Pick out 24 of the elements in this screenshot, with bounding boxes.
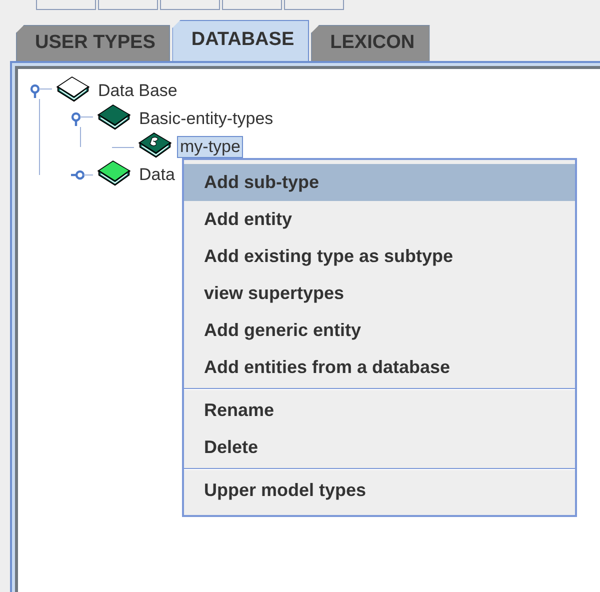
tab[interactable]: USER TYPES [16, 25, 170, 61]
collapse-handle[interactable] [30, 84, 52, 98]
menu-item[interactable]: Delete [184, 429, 575, 466]
tree-item[interactable]: Data Base [95, 80, 180, 102]
menu-item[interactable]: Add entities from a database [184, 349, 575, 386]
toolbar-button[interactable] [222, 0, 282, 10]
tree-item[interactable]: my-type [177, 136, 244, 158]
tab[interactable]: DATABASE [172, 20, 310, 61]
tree-item[interactable]: Basic-entity-types [136, 108, 276, 130]
toolbar-button[interactable] [98, 0, 158, 10]
menu-item[interactable]: Rename [184, 392, 575, 429]
tree-item[interactable]: Data [136, 164, 178, 186]
tab[interactable]: LEXICON [311, 25, 430, 61]
collapse-handle[interactable] [71, 112, 93, 126]
toolbar-button[interactable] [36, 0, 96, 10]
expand-handle[interactable] [71, 168, 93, 182]
menu-item[interactable]: view supertypes [184, 275, 575, 312]
toolbar-button[interactable] [284, 0, 344, 10]
menu-item[interactable]: Add generic entity [184, 312, 575, 349]
menu-item[interactable]: Upper model types [184, 472, 575, 509]
menu-item[interactable]: Add existing type as subtype [184, 238, 575, 275]
toolbar-button[interactable] [160, 0, 220, 10]
menu-item[interactable]: Add entity [184, 201, 575, 238]
menu-item[interactable]: Add sub-type [184, 164, 575, 201]
